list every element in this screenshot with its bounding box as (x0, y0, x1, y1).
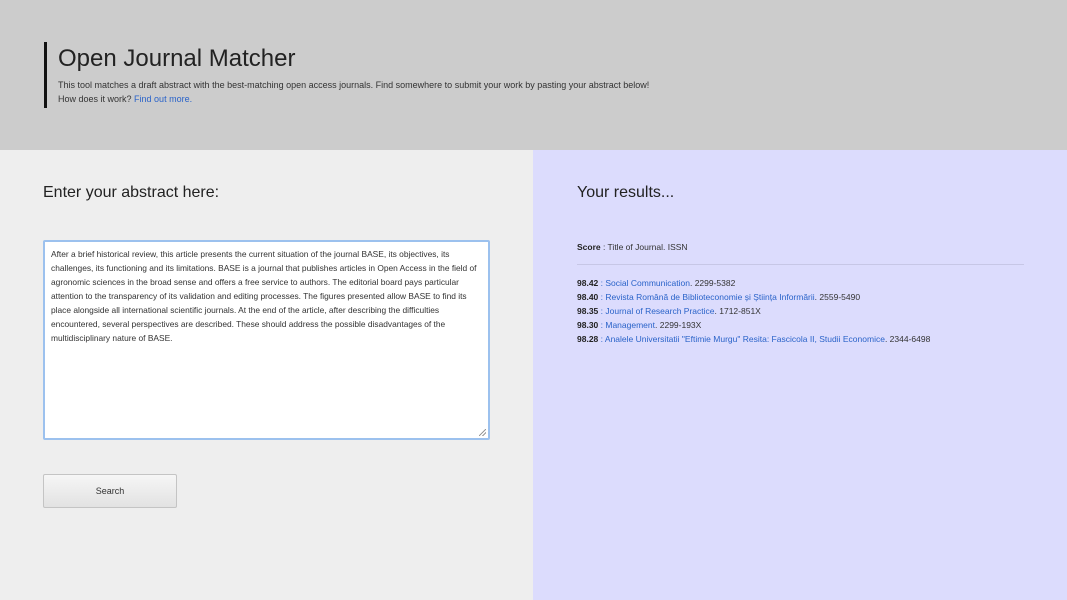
result-score: 98.40 (577, 292, 599, 302)
abstract-textarea[interactable]: After a brief historical review, this ar… (43, 240, 490, 440)
result-issn: 1712-851X (719, 306, 761, 316)
search-button[interactable]: Search (43, 474, 177, 508)
result-issn: 2299-193X (659, 320, 702, 330)
result-journal-link[interactable]: Analele Universitatii "Eftimie Murgu" Re… (605, 334, 885, 344)
header-block: Open Journal Matcher This tool matches a… (44, 42, 838, 108)
result-issn: 2299-5382 (694, 278, 736, 288)
result-item: 98.40 : Revista Română de Biblioteconomi… (577, 292, 861, 302)
result-score: 98.42 (577, 278, 599, 288)
result-issn: 2344-6498 (889, 334, 931, 344)
result-journal-link[interactable]: Journal of Research Practice (605, 306, 714, 316)
result-journal-link[interactable]: Social Communication (605, 278, 690, 288)
result-item: 98.28 : Analele Universitatii "Eftimie M… (577, 334, 931, 344)
results-heading: Your results... (577, 184, 675, 201)
result-issn: 2559-5490 (819, 292, 861, 302)
abstract-heading: Enter your abstract here: (43, 184, 220, 201)
how-it-works-text: How does it work? (58, 94, 132, 104)
result-item: 98.42 : Social Communication. 2299-5382 (577, 278, 736, 288)
intro-text: This tool matches a draft abstract with … (58, 80, 650, 90)
abstract-text: After a brief historical review, this ar… (51, 249, 477, 343)
find-out-more-link[interactable]: Find out more. (134, 94, 192, 104)
resize-handle-icon[interactable] (479, 429, 486, 436)
result-score: 98.28 (577, 334, 599, 344)
abstract-panel: Enter your abstract here: After a brief … (0, 150, 533, 600)
result-journal-link[interactable]: Management (605, 320, 655, 330)
legend-score-label: Score (577, 242, 601, 252)
page-header: Open Journal Matcher This tool matches a… (0, 0, 1067, 150)
result-journal-link[interactable]: Revista Română de Biblioteconomie și Ști… (605, 292, 814, 302)
results-list: 98.42 : Social Communication. 2299-5382 … (577, 276, 930, 346)
results-panel: Your results... Score : Title of Journal… (533, 150, 1067, 600)
result-item: 98.30 : Management. 2299-193X (577, 320, 702, 330)
result-score: 98.30 (577, 320, 599, 330)
results-legend: Score : Title of Journal. ISSN (577, 242, 688, 252)
results-divider (577, 264, 1024, 265)
header-description: This tool matches a draft abstract with … (58, 78, 838, 106)
result-score: 98.35 (577, 306, 599, 316)
how-it-works-line: How does it work? Find out more. (58, 92, 838, 106)
page-title: Open Journal Matcher (58, 45, 296, 72)
legend-format-label: : Title of Journal. ISSN (600, 242, 688, 252)
result-item: 98.35 : Journal of Research Practice. 17… (577, 306, 761, 316)
